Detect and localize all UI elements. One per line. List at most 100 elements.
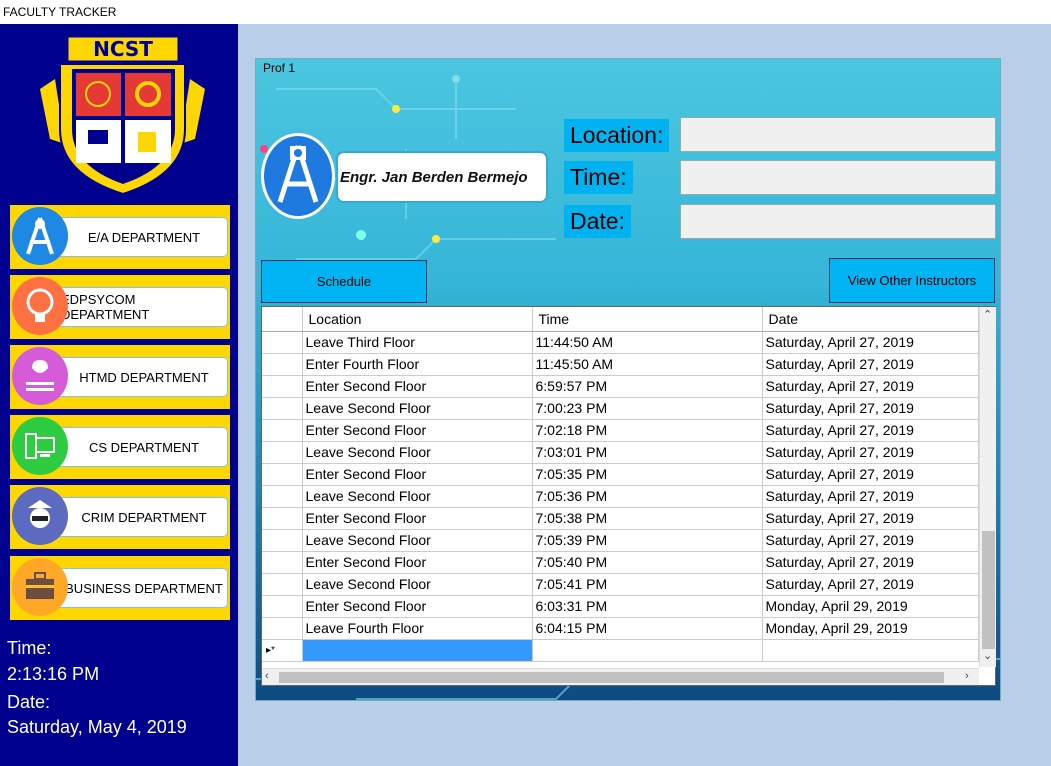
- row-header[interactable]: [262, 551, 303, 574]
- cell-date[interactable]: Monday, April 29, 2019: [762, 617, 979, 640]
- cell-location[interactable]: Leave Second Floor: [302, 441, 533, 464]
- cell-date[interactable]: Saturday, April 27, 2019: [762, 507, 979, 530]
- cell-date[interactable]: Saturday, April 27, 2019: [762, 419, 979, 442]
- dept-htmd[interactable]: HTMD DEPARTMENT: [10, 345, 230, 409]
- cell-time[interactable]: 7:05:35 PM: [532, 463, 763, 486]
- table-row[interactable]: Leave Second Floor 7:00:23 PM Saturday, Ap…: [262, 397, 979, 420]
- table-row[interactable]: Leave Fourth Floor 6:04:15 PM Monday, Apri…: [262, 617, 979, 640]
- row-header[interactable]: [262, 573, 303, 596]
- cell-time[interactable]: 11:45:50 AM: [532, 353, 763, 376]
- cell-time[interactable]: 6:03:31 PM: [532, 595, 763, 618]
- cell-time[interactable]: 7:02:18 PM: [532, 419, 763, 442]
- table-row[interactable]: Enter Second Floor 7:05:35 PM Saturday, Ap…: [262, 463, 979, 486]
- dept-ea[interactable]: E/A DEPARTMENT: [10, 205, 230, 269]
- cell-time[interactable]: 11:44:50 AM: [532, 331, 763, 354]
- scroll-down-icon[interactable]: ⌄: [983, 649, 992, 662]
- col-header-time[interactable]: Time: [532, 307, 763, 332]
- table-row[interactable]: Enter Second Floor 7:05:38 PM Saturday, Ap…: [262, 507, 979, 530]
- cell-date[interactable]: Saturday, April 27, 2019: [762, 331, 979, 354]
- cell-location[interactable]: Enter Second Floor: [302, 419, 533, 442]
- row-header[interactable]: [262, 397, 303, 420]
- vertical-scrollbar[interactable]: ⌃ ⌄: [979, 307, 996, 667]
- new-cell-date[interactable]: [762, 639, 979, 662]
- attendance-grid[interactable]: Location Time Date Leave Third Floor 11:4…: [261, 306, 996, 686]
- table-row[interactable]: Leave Second Floor 7:03:01 PM Saturday, Ap…: [262, 441, 979, 464]
- cell-date[interactable]: Saturday, April 27, 2019: [762, 485, 979, 508]
- dept-business[interactable]: BUSINESS DEPARTMENT: [10, 556, 230, 620]
- horizontal-scrollbar[interactable]: ‹ ›: [262, 668, 979, 685]
- table-row[interactable]: Enter Second Floor 6:59:57 PM Saturday, Ap…: [262, 375, 979, 398]
- row-header[interactable]: [262, 353, 303, 376]
- cell-date[interactable]: Saturday, April 27, 2019: [762, 397, 979, 420]
- col-header-location[interactable]: Location: [302, 307, 533, 332]
- table-row[interactable]: Enter Second Floor 6:03:31 PM Monday, Apri…: [262, 595, 979, 618]
- new-row-marker[interactable]: ▸*: [262, 639, 303, 662]
- cell-location[interactable]: Leave Second Floor: [302, 485, 533, 508]
- row-header[interactable]: [262, 507, 303, 530]
- table-row[interactable]: Leave Second Floor 7:05:39 PM Saturday, Ap…: [262, 529, 979, 552]
- cell-location[interactable]: Enter Fourth Floor: [302, 353, 533, 376]
- row-header[interactable]: [262, 441, 303, 464]
- view-other-instructors-button[interactable]: View Other Instructors: [829, 258, 995, 303]
- cell-time[interactable]: 7:05:36 PM: [532, 485, 763, 508]
- location-field[interactable]: [680, 117, 996, 152]
- cell-time[interactable]: 7:05:41 PM: [532, 573, 763, 596]
- cell-time[interactable]: 7:03:01 PM: [532, 441, 763, 464]
- row-header[interactable]: [262, 331, 303, 354]
- scroll-left-icon[interactable]: ‹: [265, 670, 269, 682]
- new-row[interactable]: ▸*: [262, 639, 979, 662]
- cell-time[interactable]: 6:04:15 PM: [532, 617, 763, 640]
- cell-time[interactable]: 7:05:39 PM: [532, 529, 763, 552]
- new-cell-location[interactable]: [302, 639, 533, 662]
- row-header[interactable]: [262, 485, 303, 508]
- cell-date[interactable]: Saturday, April 27, 2019: [762, 353, 979, 376]
- vertical-scroll-thumb[interactable]: [982, 531, 995, 649]
- cell-date[interactable]: Saturday, April 27, 2019: [762, 551, 979, 574]
- table-row[interactable]: Leave Second Floor 7:05:36 PM Saturday, Ap…: [262, 485, 979, 508]
- table-row[interactable]: Enter Second Floor 7:02:18 PM Saturday, Ap…: [262, 419, 979, 442]
- table-row[interactable]: Leave Third Floor 11:44:50 AM Saturday, Ap…: [262, 331, 979, 354]
- cell-time[interactable]: 7:05:38 PM: [532, 507, 763, 530]
- cell-location[interactable]: Leave Third Floor: [302, 331, 533, 354]
- row-header[interactable]: [262, 617, 303, 640]
- cell-date[interactable]: Saturday, April 27, 2019: [762, 463, 979, 486]
- cell-date[interactable]: Saturday, April 27, 2019: [762, 375, 979, 398]
- row-header[interactable]: [262, 529, 303, 552]
- clock-time-label: Time:: [7, 638, 52, 658]
- table-row[interactable]: Enter Second Floor 7:05:40 PM Saturday, Ap…: [262, 551, 979, 574]
- cell-location[interactable]: Leave Fourth Floor: [302, 617, 533, 640]
- row-header[interactable]: [262, 375, 303, 398]
- schedule-button[interactable]: Schedule: [261, 260, 427, 303]
- cell-location[interactable]: Enter Second Floor: [302, 507, 533, 530]
- scroll-up-icon[interactable]: ⌃: [983, 308, 992, 321]
- dept-edpsycom[interactable]: EDPSYCOM DEPARTMENT: [10, 275, 230, 339]
- cell-time[interactable]: 7:05:40 PM: [532, 551, 763, 574]
- row-header[interactable]: [262, 419, 303, 442]
- table-row[interactable]: Leave Second Floor 7:05:41 PM Saturday, Ap…: [262, 573, 979, 596]
- cell-time[interactable]: 7:00:23 PM: [532, 397, 763, 420]
- cell-location[interactable]: Enter Second Floor: [302, 595, 533, 618]
- cell-date[interactable]: Saturday, April 27, 2019: [762, 441, 979, 464]
- dept-crim[interactable]: CRIM DEPARTMENT: [10, 485, 230, 549]
- scroll-right-icon[interactable]: ›: [965, 670, 969, 682]
- cell-date[interactable]: Monday, April 29, 2019: [762, 595, 979, 618]
- date-field[interactable]: [680, 204, 996, 239]
- cell-date[interactable]: Saturday, April 27, 2019: [762, 573, 979, 596]
- cell-time[interactable]: 6:59:57 PM: [532, 375, 763, 398]
- new-cell-time[interactable]: [532, 639, 763, 662]
- table-row[interactable]: Enter Fourth Floor 11:45:50 AM Saturday, A…: [262, 353, 979, 376]
- dept-cs[interactable]: CS DEPARTMENT: [10, 415, 230, 479]
- cell-location[interactable]: Leave Second Floor: [302, 573, 533, 596]
- cell-location[interactable]: Enter Second Floor: [302, 375, 533, 398]
- cell-location[interactable]: Enter Second Floor: [302, 463, 533, 486]
- time-field[interactable]: [680, 160, 996, 195]
- compass-icon: [12, 207, 68, 265]
- horizontal-scroll-thumb[interactable]: [279, 672, 944, 683]
- cell-location[interactable]: Leave Second Floor: [302, 397, 533, 420]
- row-header[interactable]: [262, 463, 303, 486]
- cell-location[interactable]: Leave Second Floor: [302, 529, 533, 552]
- cell-date[interactable]: Saturday, April 27, 2019: [762, 529, 979, 552]
- row-header[interactable]: [262, 595, 303, 618]
- cell-location[interactable]: Enter Second Floor: [302, 551, 533, 574]
- col-header-date[interactable]: Date: [762, 307, 979, 332]
